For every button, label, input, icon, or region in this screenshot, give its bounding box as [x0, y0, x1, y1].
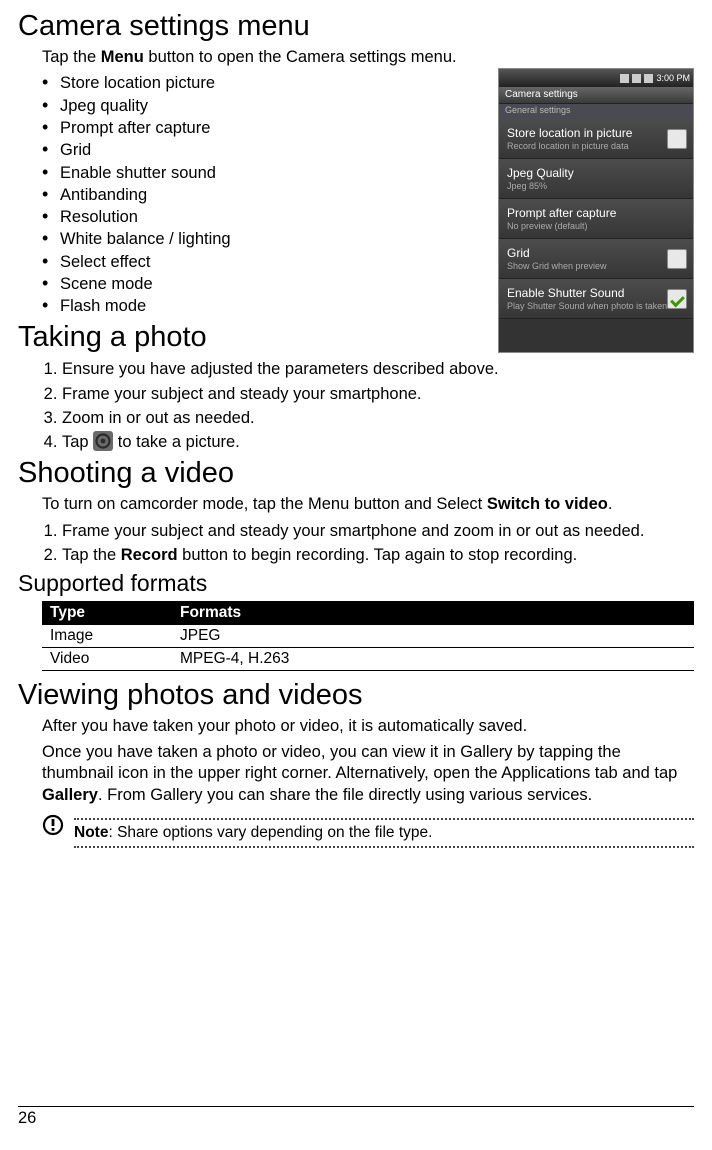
list-item: Frame your subject and steady your smart…: [62, 383, 694, 405]
bluetooth-icon: [620, 74, 629, 83]
table-header: Type: [42, 601, 172, 625]
setting-sub: Show Grid when preview: [507, 261, 685, 271]
setting-row[interactable]: Jpeg Quality Jpeg 85%: [499, 159, 693, 199]
list-item: Frame your subject and steady your smart…: [62, 520, 694, 542]
setting-row[interactable]: Prompt after capture No preview (default…: [499, 199, 693, 239]
setting-sub: No preview (default): [507, 221, 685, 231]
taking-photo-steps: Ensure you have adjusted the parameters …: [42, 358, 694, 453]
video-steps: Frame your subject and steady your smart…: [42, 520, 694, 567]
setting-title: Jpeg Quality: [507, 166, 685, 180]
screenshot-title: Camera settings: [499, 87, 693, 104]
checkbox-icon[interactable]: [667, 129, 687, 149]
heading-shooting-video: Shooting a video: [18, 457, 694, 490]
setting-title: Store location in picture: [507, 126, 685, 140]
setting-sub: Record location in picture data: [507, 141, 685, 151]
text: : Share options vary depending on the fi…: [108, 824, 432, 841]
page-footer: 26: [18, 1106, 694, 1128]
checkbox-checked-icon[interactable]: [667, 289, 687, 309]
status-time: 3:00 PM: [656, 73, 690, 83]
battery-icon: [644, 74, 653, 83]
text: .: [608, 495, 613, 513]
gallery-bold: Gallery: [42, 786, 98, 804]
viewing-p1: After you have taken your photo or video…: [42, 716, 694, 737]
setting-title: Grid: [507, 246, 685, 260]
alert-icon: [42, 814, 64, 836]
table-cell: Video: [42, 648, 172, 671]
phone-screenshot: 3:00 PM Camera settings General settings…: [498, 68, 694, 353]
page-number: 26: [18, 1109, 36, 1127]
text: Tap the: [42, 48, 101, 66]
note-callout: Note: Share options vary depending on th…: [42, 818, 694, 848]
screenshot-subtitle: General settings: [499, 104, 693, 119]
list-item: Tap to take a picture.: [62, 431, 694, 453]
table-cell: JPEG: [172, 625, 694, 648]
table-header-row: Type Formats: [42, 601, 694, 625]
setting-title: Enable Shutter Sound: [507, 286, 685, 300]
video-intro: To turn on camcorder mode, tap the Menu …: [42, 494, 694, 515]
text: . From Gallery you can share the file di…: [98, 786, 592, 804]
list-item: Ensure you have adjusted the parameters …: [62, 358, 694, 380]
camera-shutter-icon: [93, 431, 113, 451]
note-text: Note: Share options vary depending on th…: [74, 824, 432, 841]
note-bold: Note: [74, 824, 108, 841]
heading-supported-formats: Supported formats: [18, 570, 694, 597]
list-item: Tap the Record button to begin recording…: [62, 544, 694, 566]
setting-title: Prompt after capture: [507, 206, 685, 220]
status-bar: 3:00 PM: [499, 69, 693, 87]
text: button to open the Camera settings menu.: [144, 48, 457, 66]
signal-icon: [632, 74, 641, 83]
text: To turn on camcorder mode, tap the Menu …: [42, 495, 487, 513]
list-item: Zoom in or out as needed.: [62, 407, 694, 429]
text: Tap the: [62, 546, 121, 564]
table-header: Formats: [172, 601, 694, 625]
setting-row[interactable]: Grid Show Grid when preview: [499, 239, 693, 279]
text: button to begin recording. Tap again to …: [178, 546, 578, 564]
text: Once you have taken a photo or video, yo…: [42, 743, 677, 782]
heading-camera-settings: Camera settings menu: [18, 10, 694, 43]
table-row: Image JPEG: [42, 625, 694, 648]
setting-row[interactable]: Enable Shutter Sound Play Shutter Sound …: [499, 279, 693, 319]
text: to take a picture.: [113, 433, 240, 451]
heading-viewing: Viewing photos and videos: [18, 679, 694, 712]
intro-paragraph: Tap the Menu button to open the Camera s…: [42, 47, 694, 68]
checkbox-icon[interactable]: [667, 249, 687, 269]
table-row: Video MPEG-4, H.263: [42, 648, 694, 671]
setting-row[interactable]: Store location in picture Record locatio…: [499, 119, 693, 159]
switch-to-video-bold: Switch to video: [487, 495, 608, 513]
menu-bold: Menu: [101, 48, 144, 66]
setting-sub: Jpeg 85%: [507, 181, 685, 191]
record-bold: Record: [121, 546, 178, 564]
table-cell: MPEG-4, H.263: [172, 648, 694, 671]
setting-sub: Play Shutter Sound when photo is taken: [507, 301, 685, 311]
viewing-p2: Once you have taken a photo or video, yo…: [42, 742, 694, 806]
table-cell: Image: [42, 625, 172, 648]
text: Tap: [62, 433, 93, 451]
formats-table: Type Formats Image JPEG Video MPEG-4, H.…: [42, 601, 694, 671]
